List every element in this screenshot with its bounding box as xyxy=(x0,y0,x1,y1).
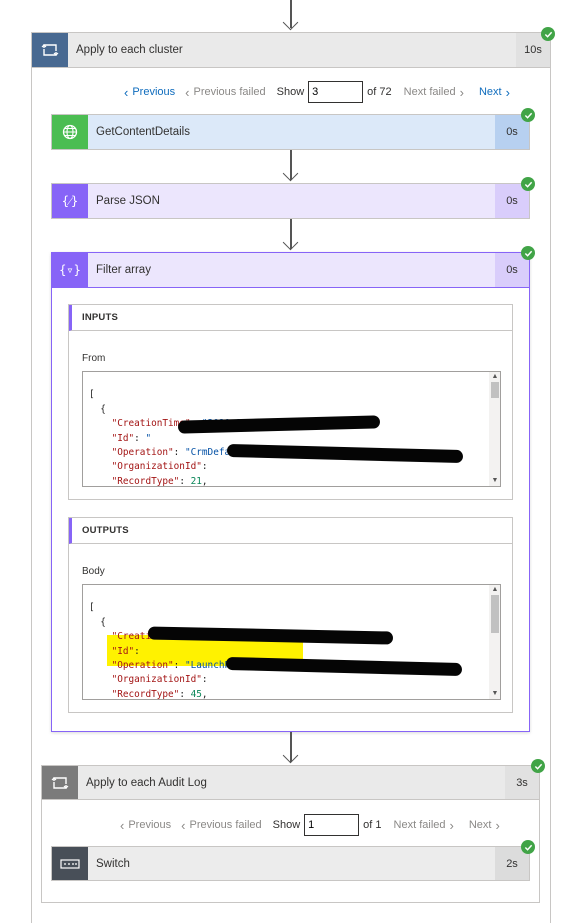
chevron-right-icon: › xyxy=(505,84,510,100)
chevron-right-icon: › xyxy=(495,817,500,833)
filter-array-title: Filter array xyxy=(96,264,151,276)
of-count: of 72 xyxy=(367,86,392,98)
show-label: Show xyxy=(272,819,301,831)
inputs-section: INPUTS From [ { "CreationTime": "2020-12… xyxy=(68,304,513,500)
scroll-down-icon: ▼ xyxy=(491,690,499,697)
switch-title: Switch xyxy=(96,857,130,870)
next-label: Next xyxy=(468,819,492,831)
loop-icon xyxy=(32,33,68,67)
scroll-thumb[interactable] xyxy=(491,382,499,398)
previous-failed-label: Previous failed xyxy=(189,819,262,831)
scroll-up-icon: ▲ xyxy=(491,373,499,380)
code-line: { xyxy=(89,403,106,415)
loop-icon xyxy=(42,766,78,799)
success-check-icon xyxy=(521,177,535,191)
inputs-header: INPUTS xyxy=(69,305,512,331)
chevron-left-icon: ‹ xyxy=(124,84,129,100)
code-line: "OrganizationId": xyxy=(111,674,214,686)
code-line: "Id": " xyxy=(111,432,152,444)
code-line: [ xyxy=(89,389,95,401)
from-label: From xyxy=(82,353,106,364)
filter-braces-icon: {▿} xyxy=(52,253,88,287)
body-label: Body xyxy=(82,566,105,577)
chevron-left-icon: ‹ xyxy=(181,817,186,833)
body-code: [ { "CreationTime": "2020-12-07T16:26:07… xyxy=(89,587,326,700)
success-check-icon xyxy=(521,840,535,854)
parse-json-title: Parse JSON xyxy=(96,195,160,207)
next-failed-label: Next failed xyxy=(393,819,446,831)
of-count: of 1 xyxy=(363,819,382,831)
previous-link[interactable]: ‹ Previous xyxy=(120,818,171,833)
success-check-icon xyxy=(521,246,535,260)
apply-to-each-cluster-header[interactable]: Apply to each cluster 10s xyxy=(31,32,551,68)
next-failed-link[interactable]: Next failed › xyxy=(394,818,454,833)
get-content-details-action[interactable]: GetContentDetails 0s xyxy=(51,114,530,150)
from-code-box[interactable]: [ { "CreationTime": "2020-12-07T14:57:52… xyxy=(82,371,501,487)
outputs-section: OUTPUTS Body [ { "CreationTime": "2020-1… xyxy=(68,517,513,713)
success-check-icon xyxy=(531,759,545,773)
connector-top-arrow xyxy=(282,14,299,31)
code-line: "Id": xyxy=(111,645,146,657)
previous-label: Previous xyxy=(132,86,176,98)
previous-failed-link[interactable]: ‹ Previous failed xyxy=(181,818,262,833)
scroll-down-icon: ▼ xyxy=(491,477,499,484)
show-label: Show xyxy=(276,86,305,98)
globe-icon xyxy=(52,115,88,149)
get-content-details-title: GetContentDetails xyxy=(96,126,190,138)
previous-label: Previous xyxy=(128,819,172,831)
previous-failed-label: Previous failed xyxy=(193,86,266,98)
iteration-input[interactable] xyxy=(304,814,360,836)
iteration-input[interactable] xyxy=(308,81,364,103)
next-link[interactable]: Next › xyxy=(479,85,510,100)
braces-icon: {⁄} xyxy=(52,184,88,218)
parse-json-action[interactable]: {⁄} Parse JSON 0s xyxy=(51,183,530,219)
next-failed-link[interactable]: Next failed › xyxy=(404,85,464,100)
previous-failed-link[interactable]: ‹ Previous failed xyxy=(185,85,266,100)
chevron-left-icon: ‹ xyxy=(120,817,125,833)
audit-log-pager: ‹Previous ‹Previous failed Show of 1 Nex… xyxy=(120,814,500,836)
chevron-right-icon: › xyxy=(459,84,464,100)
apply-to-each-audit-log-title: Apply to each Audit Log xyxy=(86,776,207,789)
chevron-right-icon: › xyxy=(449,817,454,833)
next-failed-label: Next failed xyxy=(403,86,456,98)
outputs-header: OUTPUTS xyxy=(69,518,512,544)
apply-to-each-cluster-title: Apply to each cluster xyxy=(76,44,183,56)
switch-icon xyxy=(52,847,88,880)
success-check-icon xyxy=(521,108,535,122)
switch-action[interactable]: Switch 2s xyxy=(51,846,530,881)
code-line: "RecordType": 21, xyxy=(111,475,208,487)
next-label: Next xyxy=(478,86,502,98)
success-check-icon xyxy=(541,27,555,41)
previous-link[interactable]: ‹ Previous xyxy=(124,85,175,100)
next-link[interactable]: Next › xyxy=(469,818,500,833)
body-scrollbar[interactable]: ▲ ▼ xyxy=(489,585,500,699)
scroll-up-icon: ▲ xyxy=(491,586,499,593)
apply-to-each-audit-log-header[interactable]: Apply to each Audit Log 3s xyxy=(41,765,540,800)
body-code-box[interactable]: [ { "CreationTime": "2020-12-07T16:26:07… xyxy=(82,584,501,700)
from-scrollbar[interactable]: ▲ ▼ xyxy=(489,372,500,486)
chevron-left-icon: ‹ xyxy=(185,84,190,100)
code-line: [ xyxy=(89,602,95,614)
cluster-pager: ‹Previous ‹Previous failed Show of 72 Ne… xyxy=(124,81,510,103)
scroll-thumb[interactable] xyxy=(491,595,499,633)
filter-array-action[interactable]: {▿} Filter array 0s xyxy=(51,252,530,288)
code-line: "OrganizationId": xyxy=(111,461,214,473)
code-line: "RecordType": 45, xyxy=(111,688,208,700)
